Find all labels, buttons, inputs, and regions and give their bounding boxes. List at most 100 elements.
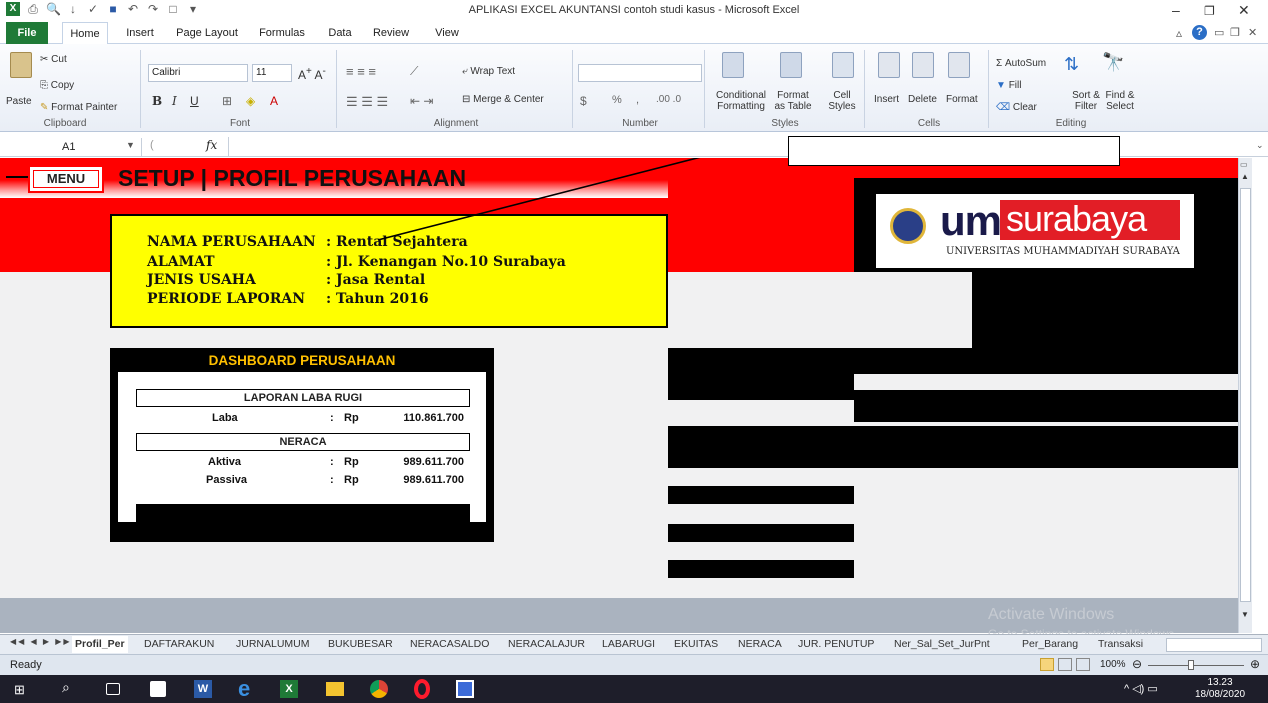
sheet-tab[interactable]: Ner_Sal_Set_JurPnt <box>894 636 990 653</box>
conditional-formatting-button[interactable]: Conditional Formatting <box>710 90 772 112</box>
page-layout-view-icon[interactable] <box>1058 658 1072 671</box>
grow-font-icon[interactable]: A+ A- <box>298 66 326 82</box>
comma-button[interactable]: , <box>636 94 639 106</box>
insert-button[interactable]: Insert <box>874 94 899 105</box>
find-select-button[interactable]: Find & Select <box>1100 90 1140 112</box>
underline-icon[interactable]: U <box>190 94 199 108</box>
ribbon-minimize-icon[interactable]: ▵ <box>1176 26 1182 40</box>
percent-button[interactable]: % <box>612 94 622 106</box>
vertical-scrollbar[interactable]: ▭ ▲ ▼ <box>1238 158 1252 633</box>
restore-icon[interactable]: ❐ <box>1204 4 1215 18</box>
orientation-icon[interactable]: ⟋ <box>410 64 418 79</box>
word-icon[interactable]: W <box>194 680 212 698</box>
currency-icon[interactable]: $ <box>580 94 587 108</box>
chrome-icon[interactable] <box>370 680 388 698</box>
borders-icon[interactable]: ⊞ <box>222 94 232 108</box>
sheet-tab[interactable]: EKUITAS <box>674 636 718 653</box>
workbook-restore-icon[interactable]: ❐ <box>1230 26 1240 39</box>
fill-button[interactable]: ▼ Fill <box>996 80 1021 91</box>
cancel-formula-icon[interactable]: ( <box>150 139 154 151</box>
italic-icon[interactable]: I <box>172 94 177 108</box>
autosum-button[interactable]: Σ AutoSum <box>996 58 1046 69</box>
paste-icon[interactable] <box>10 52 32 78</box>
sheet-tab[interactable]: DAFTARAKUN <box>144 636 214 653</box>
formula-expand-icon[interactable]: ⌄ <box>1256 140 1264 151</box>
store-icon[interactable] <box>150 681 166 697</box>
horizontal-scrollbar[interactable] <box>1166 638 1262 652</box>
task-view-icon[interactable] <box>106 683 120 695</box>
zoom-level[interactable]: 100% <box>1100 659 1126 670</box>
tab-insert[interactable]: Insert <box>120 22 160 44</box>
workbook-minimize-icon[interactable]: ▭ <box>1214 26 1224 39</box>
search-icon[interactable]: ⌕ <box>62 679 70 696</box>
font-color-icon[interactable]: A <box>270 94 278 108</box>
worksheet[interactable]: MENU SETUP | PROFIL PERUSAHAAN NAMA PERU… <box>0 136 1238 598</box>
cell-styles-button[interactable]: Cell Styles <box>822 90 862 112</box>
font-size-select[interactable]: 11 <box>252 64 292 82</box>
sort-filter-icon[interactable]: ⇅ <box>1064 54 1079 75</box>
sheet-tab[interactable]: NERACA <box>738 636 782 653</box>
delete-cells-icon[interactable] <box>912 52 934 78</box>
excel-taskbar-icon[interactable]: X <box>280 680 298 698</box>
find-icon[interactable]: 🔭 <box>1102 52 1124 73</box>
app-icon[interactable] <box>456 680 474 698</box>
zoom-out-icon[interactable]: ⊖ <box>1132 657 1142 671</box>
page-break-view-icon[interactable] <box>1076 658 1090 671</box>
format-button[interactable]: Format <box>946 94 978 105</box>
format-cells-icon[interactable] <box>948 52 970 78</box>
system-tray-icons[interactable]: ^ ◁) ▭ <box>1124 682 1158 695</box>
copy-button[interactable]: ⎘ Copy <box>40 80 74 91</box>
format-as-table-button[interactable]: Format as Table <box>770 90 816 112</box>
tab-data[interactable]: Data <box>324 22 356 44</box>
tab-view[interactable]: View <box>430 22 464 44</box>
edge-icon[interactable]: e <box>238 677 250 701</box>
tab-file[interactable]: File <box>6 22 48 44</box>
align-top-icon[interactable]: ≡ ≡ ≡ <box>346 64 376 79</box>
cell-styles-icon[interactable] <box>832 52 854 78</box>
name-box-dropdown-icon[interactable]: ▼ <box>126 140 135 150</box>
wrap-text-button[interactable]: ⤶ Wrap Text <box>462 66 515 77</box>
file-explorer-icon[interactable] <box>326 682 344 696</box>
tab-formulas[interactable]: Formulas <box>256 22 308 44</box>
sheet-tab[interactable]: Transaksi <box>1098 636 1143 653</box>
delete-button[interactable]: Delete <box>908 94 937 105</box>
fill-color-icon[interactable]: ◈ <box>246 94 255 108</box>
zoom-slider[interactable] <box>1148 665 1244 666</box>
name-box[interactable]: A1 <box>2 138 142 156</box>
bold-icon[interactable]: B <box>152 94 162 108</box>
sheet-tab[interactable]: BUKUBESAR <box>328 636 393 653</box>
sheet-tab[interactable]: Per_Barang <box>1022 636 1078 653</box>
zoom-in-icon[interactable]: ⊕ <box>1250 657 1260 671</box>
sheet-tab[interactable]: NERACALAJUR <box>508 636 585 653</box>
decimal-icon[interactable]: .00 .0 <box>656 94 681 105</box>
normal-view-icon[interactable] <box>1040 658 1054 671</box>
minimize-icon[interactable]: – <box>1172 2 1180 18</box>
format-painter-button[interactable]: ✎ Format Painter <box>40 102 117 113</box>
opera-icon[interactable] <box>414 679 430 699</box>
cut-button[interactable]: ✂ Cut <box>40 54 67 65</box>
scroll-down-icon[interactable]: ▼ <box>1241 610 1249 619</box>
indent-icon[interactable]: ⇤ ⇥ <box>410 94 433 108</box>
insert-function-button[interactable]: fx <box>206 138 217 152</box>
scroll-up-icon[interactable]: ▲ <box>1241 172 1249 181</box>
scroll-thumb[interactable] <box>1240 188 1251 602</box>
tab-page-layout[interactable]: Page Layout <box>174 22 240 44</box>
format-table-icon[interactable] <box>780 52 802 78</box>
sheet-tab[interactable]: LABARUGI <box>602 636 655 653</box>
font-name-select[interactable]: Calibri <box>148 64 248 82</box>
sheet-tab[interactable]: JURNALUMUM <box>236 636 310 653</box>
windows-start-icon[interactable]: ⊞ <box>14 683 28 697</box>
sheet-tab-profil[interactable]: Profil_Per <box>72 636 128 653</box>
split-icon[interactable]: ▭ <box>1240 160 1248 169</box>
sheet-tab[interactable]: JUR. PENUTUP <box>798 636 874 653</box>
conditional-formatting-icon[interactable] <box>722 52 744 78</box>
help-icon[interactable]: ? <box>1192 25 1207 40</box>
insert-cells-icon[interactable] <box>878 52 900 78</box>
tab-review[interactable]: Review <box>370 22 412 44</box>
sheet-tab[interactable]: NERACASALDO <box>410 636 489 653</box>
paste-button[interactable]: Paste <box>6 96 32 107</box>
workbook-close-icon[interactable]: ✕ <box>1248 26 1257 39</box>
number-format-select[interactable] <box>578 64 702 82</box>
zoom-slider-thumb[interactable] <box>1188 660 1194 670</box>
clear-button[interactable]: ⌫ Clear <box>996 102 1037 113</box>
